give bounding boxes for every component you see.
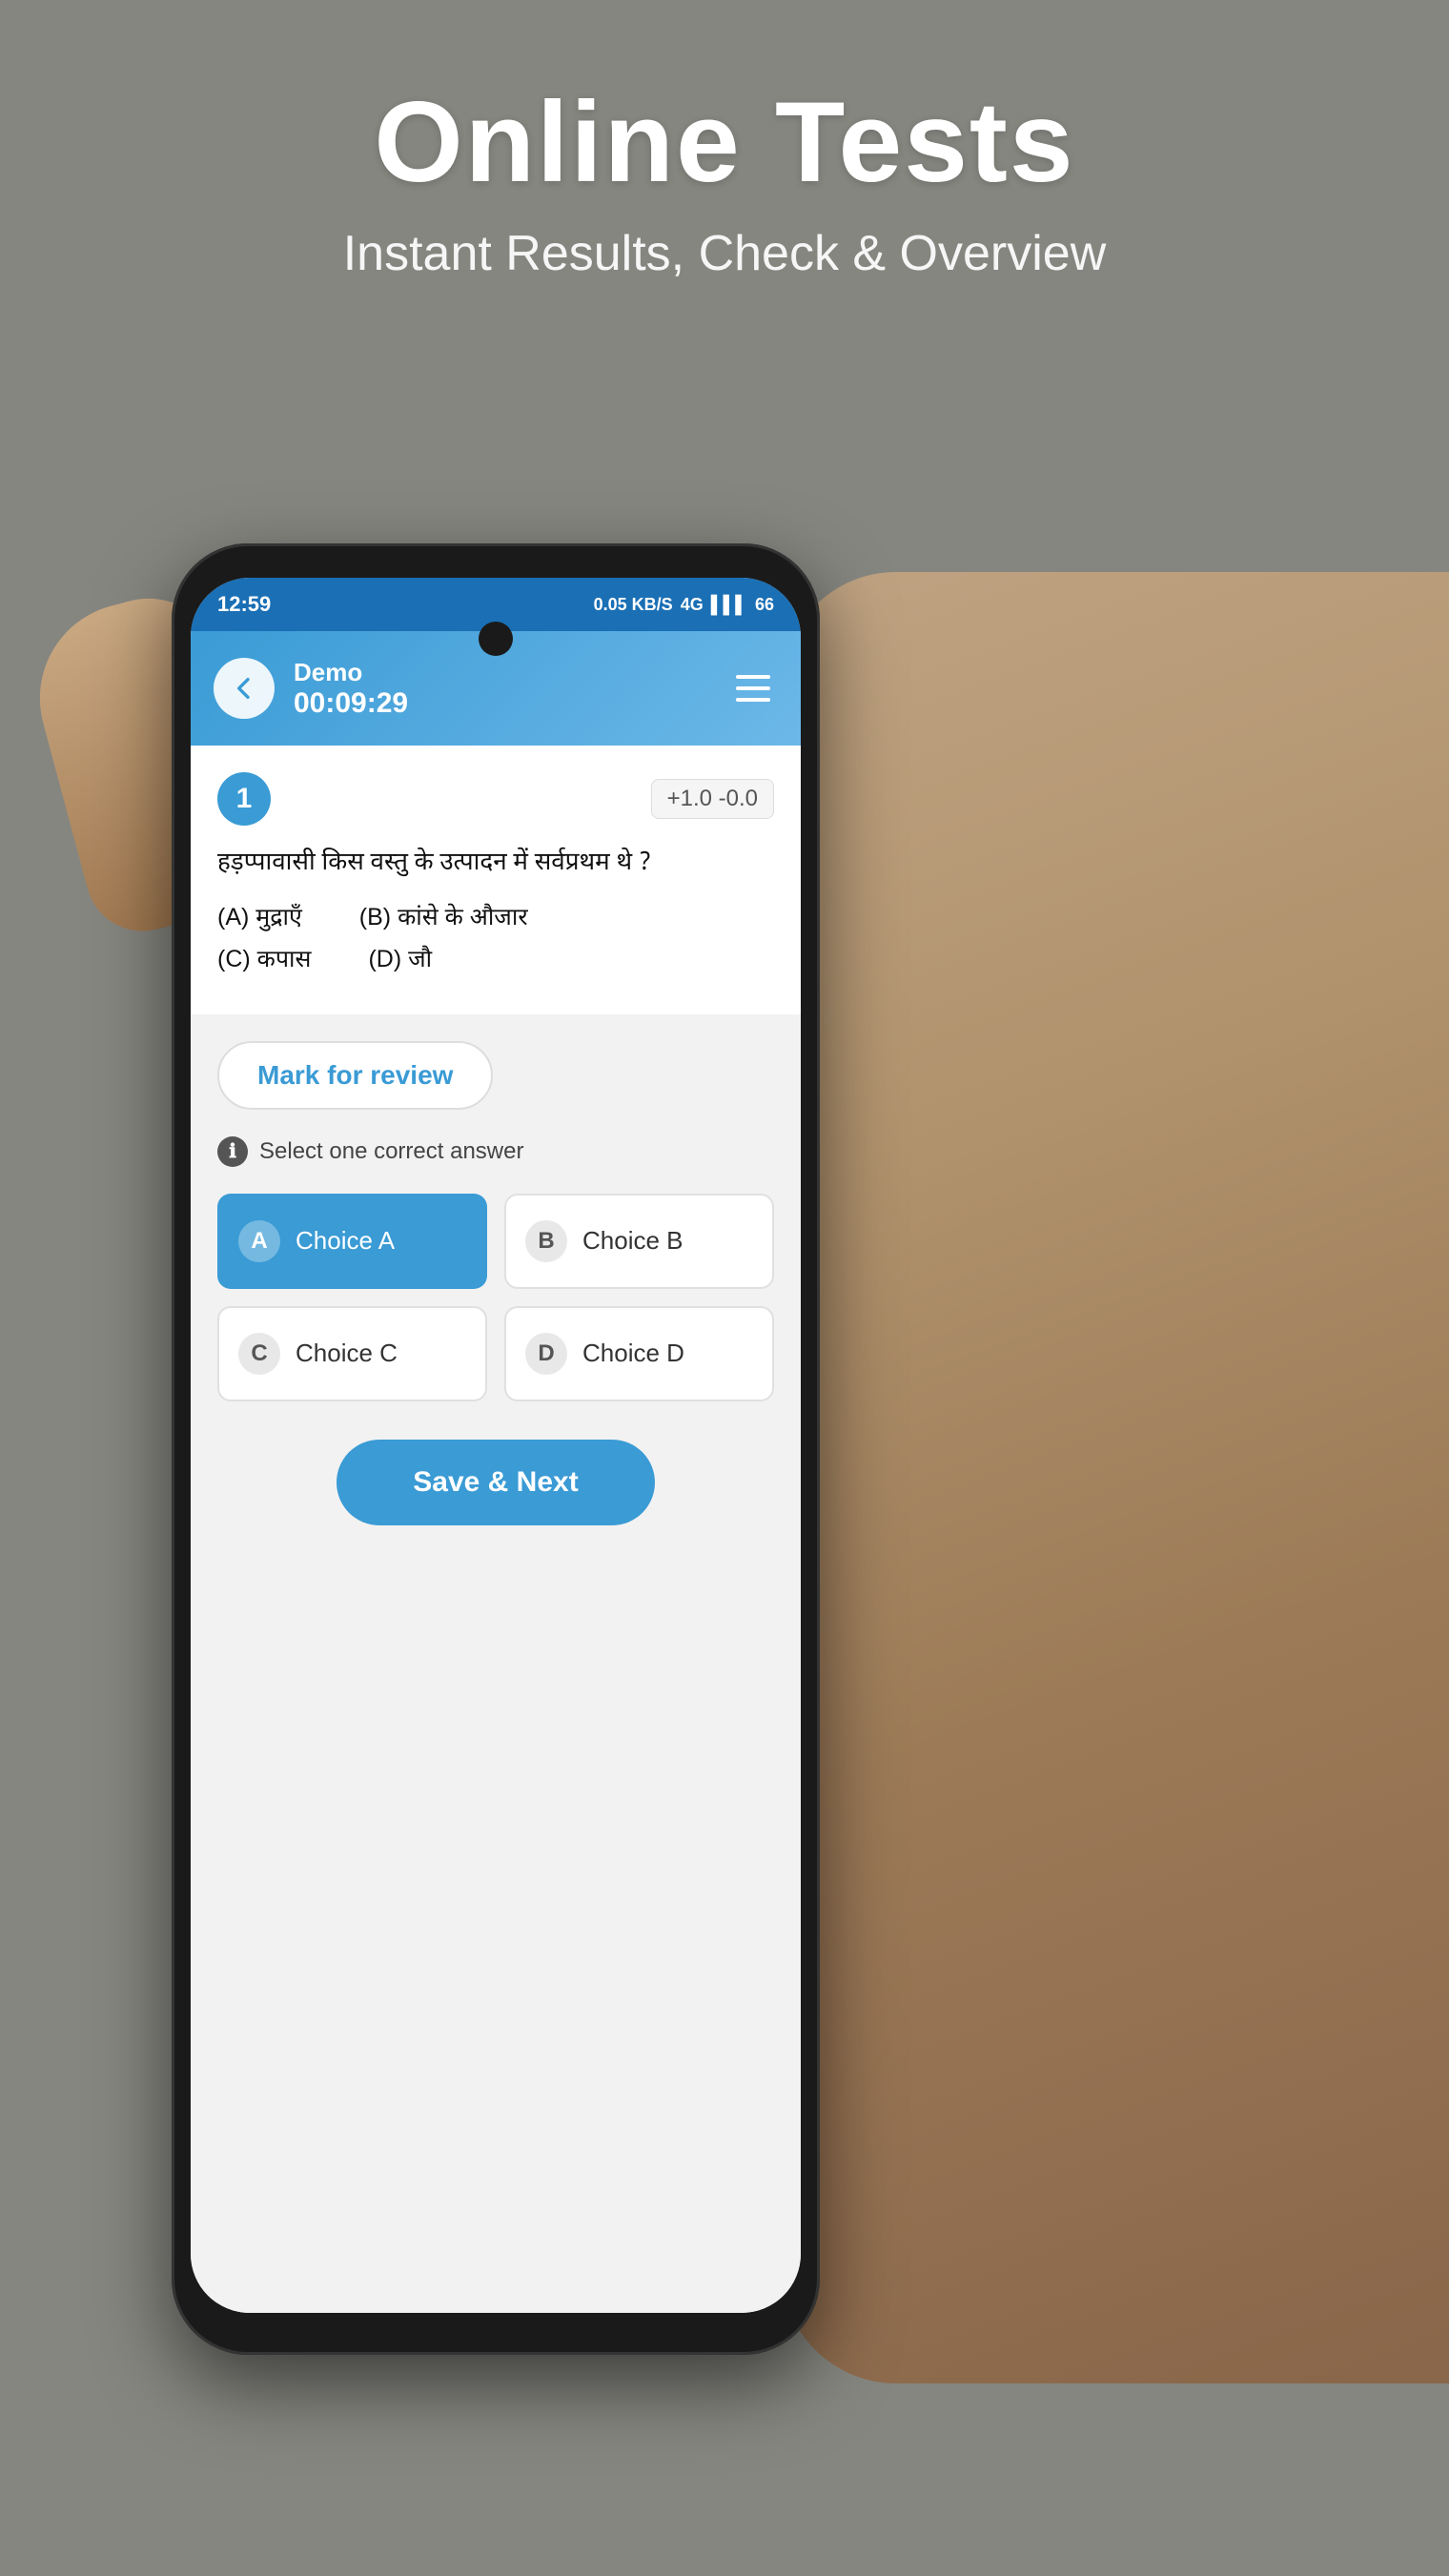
page-title: Online Tests: [0, 76, 1449, 208]
hint-text: Select one correct answer: [259, 1138, 523, 1165]
status-time: 12:59: [217, 592, 271, 617]
page-subtitle: Instant Results, Check & Overview: [0, 225, 1449, 282]
signal-icon: ▌▌▌: [711, 595, 747, 615]
question-area: 1 +1.0 -0.0 हड़प्पावासी किस वस्तु के उत्…: [191, 746, 801, 1014]
choice-d-letter: D: [525, 1333, 567, 1375]
camera-notch: [479, 622, 513, 656]
network-type: 4G: [681, 595, 704, 615]
negative-mark: -0.0: [719, 786, 758, 811]
choice-d-label: Choice D: [582, 1339, 684, 1368]
menu-button[interactable]: [728, 664, 778, 713]
choice-c-button[interactable]: C Choice C: [217, 1306, 487, 1401]
top-text-section: Online Tests Instant Results, Check & Ov…: [0, 76, 1449, 282]
option-row-1: (A) मुद्राएँ (B) कांसे के औजार: [217, 900, 774, 932]
question-header: 1 +1.0 -0.0: [217, 772, 774, 826]
positive-mark: +1.0: [667, 786, 712, 811]
phone-screen: 12:59 0.05 KB/S 4G ▌▌▌ 66 Demo 00:09:2: [191, 578, 801, 2313]
demo-label: Demo: [294, 658, 709, 687]
phone-bezel: 12:59 0.05 KB/S 4G ▌▌▌ 66 Demo 00:09:2: [172, 543, 820, 2355]
network-speed: 0.05 KB/S: [594, 595, 673, 615]
choice-a-letter: A: [238, 1220, 280, 1262]
question-text: हड़प्पावासी किस वस्तु के उत्पादन में सर्…: [217, 845, 774, 885]
save-next-button[interactable]: Save & Next: [337, 1440, 654, 1525]
option-row-2: (C) कपास (D) जौ: [217, 942, 774, 974]
choices-grid: A Choice A B Choice B C Choice C: [217, 1194, 774, 1401]
option-a: (A) मुद्राएँ: [217, 900, 302, 932]
question-number: 1: [217, 772, 271, 826]
header-info: Demo 00:09:29: [294, 658, 709, 720]
phone-content: 1 +1.0 -0.0 हड़प्पावासी किस वस्तु के उत्…: [191, 746, 801, 2313]
menu-line-1: [736, 675, 770, 679]
menu-line-3: [736, 698, 770, 702]
option-c: (C) कपास: [217, 942, 311, 974]
info-icon: ℹ: [217, 1136, 248, 1167]
timer-display: 00:09:29: [294, 687, 709, 720]
choice-c-label: Choice C: [296, 1339, 398, 1368]
choice-a-button[interactable]: A Choice A: [217, 1194, 487, 1289]
question-marks: +1.0 -0.0: [651, 779, 774, 819]
choice-c-letter: C: [238, 1333, 280, 1375]
choice-d-button[interactable]: D Choice D: [504, 1306, 774, 1401]
mark-review-button[interactable]: Mark for review: [217, 1041, 493, 1110]
back-button[interactable]: [214, 658, 275, 719]
phone-container: 12:59 0.05 KB/S 4G ▌▌▌ 66 Demo 00:09:2: [172, 543, 896, 2412]
question-options: (A) मुद्राएँ (B) कांसे के औजार (C) कपास …: [217, 900, 774, 974]
battery-level: 66: [755, 595, 774, 615]
choice-b-label: Choice B: [582, 1226, 684, 1256]
choice-a-label: Choice A: [296, 1226, 395, 1256]
menu-line-2: [736, 686, 770, 690]
choice-b-button[interactable]: B Choice B: [504, 1194, 774, 1289]
option-b: (B) कांसे के औजार: [359, 900, 528, 932]
choice-b-letter: B: [525, 1220, 567, 1262]
option-d: (D) जौ: [368, 942, 432, 974]
answer-section: Mark for review ℹ Select one correct ans…: [191, 1014, 801, 2313]
select-hint: ℹ Select one correct answer: [217, 1136, 774, 1167]
status-right: 0.05 KB/S 4G ▌▌▌ 66: [594, 595, 774, 615]
